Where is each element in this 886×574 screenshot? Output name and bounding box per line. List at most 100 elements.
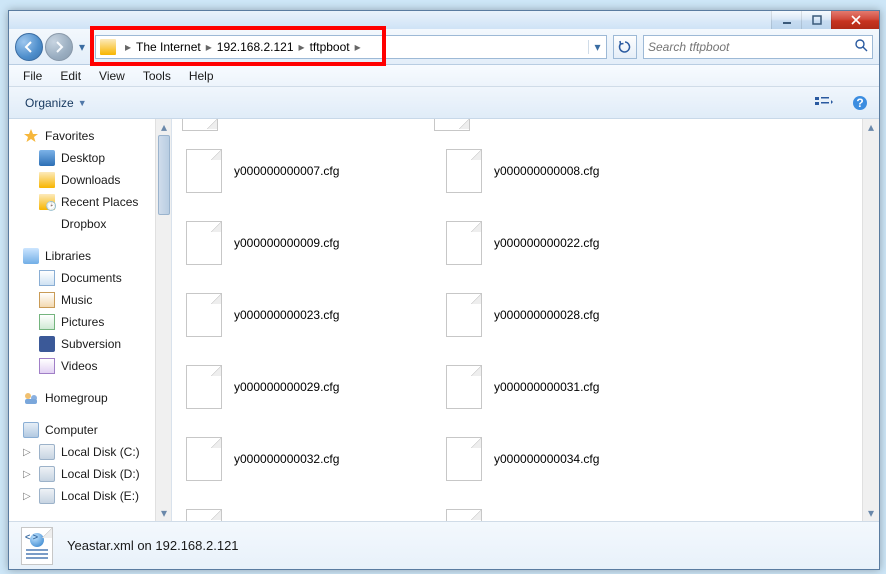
menu-help[interactable]: Help (181, 67, 222, 85)
explorer-window: ▾ ▸ The Internet ▸ 192.168.2.121 ▸ tftpb… (8, 10, 880, 570)
sidebar-item[interactable]: Dropbox (9, 213, 153, 235)
sidebar-item-label: Music (61, 293, 92, 307)
sidebar-item[interactable]: ▷ Local Disk (E:) (9, 485, 153, 507)
cfg-file-icon (446, 149, 482, 193)
file-item[interactable]: y000000000023.cfg (182, 289, 442, 341)
file-name: y000000000008.cfg (494, 164, 599, 178)
sidebar-item-label: Desktop (61, 151, 105, 165)
sidebar-item[interactable]: Documents (9, 267, 153, 289)
cfg-file-icon (186, 437, 222, 481)
sidebar-label: Computer (45, 423, 98, 437)
refresh-button[interactable] (613, 35, 637, 59)
file-name: y000000000009.cfg (234, 236, 339, 250)
expand-icon[interactable]: ▷ (23, 491, 31, 502)
help-button[interactable]: ? (849, 92, 871, 114)
dropbox-icon (39, 216, 55, 232)
sidebar-computer-header[interactable]: Computer (9, 419, 153, 441)
sidebar-favorites-header[interactable]: Favorites (9, 125, 153, 147)
chevron-right-icon[interactable]: ▸ (122, 40, 134, 54)
sidebar-item-label: Local Disk (C:) (61, 445, 140, 459)
file-item[interactable]: y000000000022.cfg (442, 217, 702, 269)
drive-icon (39, 488, 55, 504)
scroll-down-icon[interactable]: ▾ (863, 505, 879, 521)
expand-icon[interactable]: ▷ (23, 447, 31, 458)
back-button[interactable] (15, 33, 43, 61)
file-item[interactable]: y000000000036.cfg (182, 505, 442, 521)
file-item[interactable]: y000000000032.cfg (182, 433, 442, 485)
scroll-down-icon[interactable]: ▾ (156, 505, 172, 521)
file-item[interactable]: y000000000034.cfg (442, 433, 702, 485)
cfg-file-icon (446, 365, 482, 409)
breadcrumb[interactable]: 192.168.2.121 (217, 40, 294, 54)
sidebar-label: Libraries (45, 249, 91, 263)
chevron-right-icon[interactable]: ▸ (296, 40, 308, 54)
breadcrumb[interactable]: tftpboot (310, 40, 350, 54)
file-item[interactable]: y000000000008.cfg (442, 145, 702, 197)
sidebar-item[interactable]: ▷Local Disk (D:) (9, 463, 153, 485)
scroll-up-icon[interactable]: ▴ (156, 119, 172, 135)
search-input[interactable] (648, 40, 854, 54)
sidebar-item[interactable]: Pictures (9, 311, 153, 333)
cfg-file-icon (186, 365, 222, 409)
sidebar-item[interactable]: Subversion (9, 333, 153, 355)
scroll-up-icon[interactable]: ▴ (863, 119, 879, 135)
sidebar-item[interactable]: Recent Places (9, 191, 153, 213)
recent-icon (39, 194, 55, 210)
file-item[interactable]: y000000000029.cfg (182, 361, 442, 413)
file-item[interactable]: y000000000007.cfg (182, 145, 442, 197)
content-scrollbar[interactable]: ▴ ▾ (862, 119, 879, 521)
chevron-right-icon[interactable]: ▸ (352, 40, 364, 54)
file-item[interactable]: y000000000028.cfg (442, 289, 702, 341)
organize-button[interactable]: Organize ▼ (17, 93, 95, 113)
menu-edit[interactable]: Edit (52, 67, 89, 85)
forward-button[interactable] (45, 33, 73, 61)
search-icon[interactable] (854, 38, 868, 55)
breadcrumb[interactable]: The Internet (136, 40, 201, 54)
scroll-thumb[interactable] (158, 135, 170, 215)
close-button[interactable] (831, 11, 879, 29)
minimize-button[interactable] (771, 11, 801, 29)
menu-tools[interactable]: Tools (135, 67, 179, 85)
file-list[interactable]: y000000000007.cfg y000000000008.cfg y00000… (172, 119, 879, 521)
subv-icon (39, 336, 55, 352)
history-dropdown[interactable]: ▾ (75, 33, 89, 61)
view-options-button[interactable] (813, 92, 835, 114)
toolbar: Organize ▼ ? (9, 87, 879, 119)
sidebar-scrollbar[interactable]: ▴ ▾ (155, 119, 172, 521)
file-item[interactable]: y000000000038.cfg (442, 505, 702, 521)
file-name: y000000000034.cfg (494, 452, 599, 466)
sidebar-item-label: Documents (61, 271, 122, 285)
menu-view[interactable]: View (91, 67, 133, 85)
file-item[interactable]: y000000000031.cfg (442, 361, 702, 413)
file-item[interactable]: y000000000009.cfg (182, 217, 442, 269)
xml-file-icon: < > (21, 527, 53, 565)
cfg-file-icon (186, 293, 222, 337)
expand-icon[interactable]: ▷ (23, 469, 31, 480)
sidebar-item[interactable]: Downloads (9, 169, 153, 191)
sidebar-item[interactable]: Videos (9, 355, 153, 377)
sidebar-item[interactable]: Music (9, 289, 153, 311)
vid-icon (39, 358, 55, 374)
sidebar-item[interactable]: Desktop (9, 147, 153, 169)
chevron-right-icon[interactable]: ▸ (203, 40, 215, 54)
file-name: y000000000022.cfg (494, 236, 599, 250)
sidebar-label: Favorites (45, 129, 94, 143)
sidebar-item-label: Local Disk (E:) (61, 489, 139, 503)
sidebar-item-label: Pictures (61, 315, 104, 329)
sidebar-item-label: Dropbox (61, 217, 106, 231)
sidebar-libraries-header[interactable]: Libraries (9, 245, 153, 267)
address-dropdown[interactable]: ▾ (588, 40, 606, 54)
maximize-button[interactable] (801, 11, 831, 29)
menu-file[interactable]: File (15, 67, 50, 85)
pic-icon (39, 314, 55, 330)
cfg-file-icon (186, 149, 222, 193)
sidebar-label: Homegroup (45, 391, 108, 405)
folder-icon (100, 39, 116, 55)
sidebar-homegroup-header[interactable]: Homegroup (9, 387, 153, 409)
drive-icon (39, 444, 55, 460)
music-icon (39, 292, 55, 308)
address-bar[interactable]: ▸ The Internet ▸ 192.168.2.121 ▸ tftpboo… (95, 35, 607, 59)
sidebar-item[interactable]: ▷ Local Disk (C:) (9, 441, 153, 463)
search-box[interactable] (643, 35, 873, 59)
doc-icon (39, 270, 55, 286)
